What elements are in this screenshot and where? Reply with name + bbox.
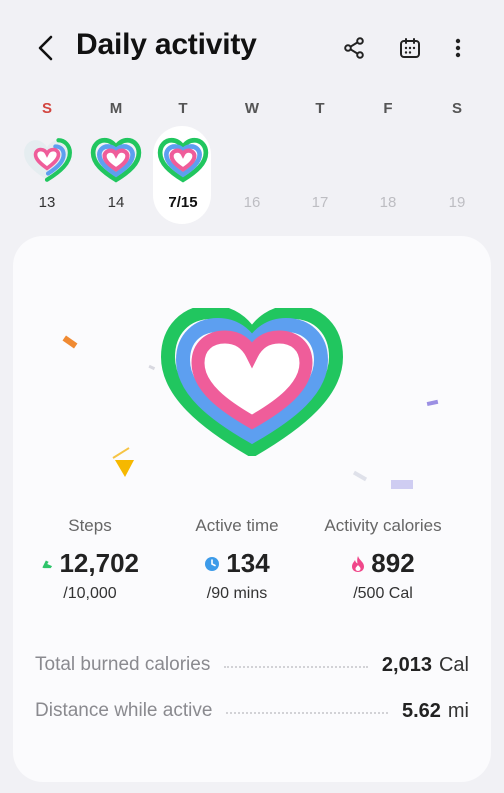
day-date: 17	[311, 194, 329, 211]
activity-calories-value: 892	[371, 548, 415, 578]
total-burned-calories-label: Total burned calories	[35, 654, 211, 675]
mini-heart-ring-icon	[90, 137, 142, 183]
clock-icon	[205, 556, 220, 571]
day-name: S	[451, 100, 462, 117]
shoe-icon	[42, 560, 53, 568]
day-date: 14	[107, 194, 125, 211]
flame-icon	[352, 555, 365, 572]
distance-while-active-label: Distance while active	[35, 700, 213, 721]
active-time-label: Active time	[195, 516, 279, 535]
steps-goal: /10,000	[63, 585, 117, 602]
day-name: T	[315, 100, 325, 117]
activity-summary: Steps 12,702 /10,000 Active time 134 /90…	[13, 516, 491, 616]
distance-while-active-value: 5.62	[401, 699, 441, 722]
back-icon[interactable]	[28, 28, 64, 68]
activity-calories-label: Activity calories	[324, 516, 442, 535]
share-icon[interactable]	[336, 30, 372, 66]
total-burned-calories-value: 2,013	[381, 653, 432, 676]
day-date: 18	[379, 194, 397, 211]
activity-calories-stat[interactable]: Activity calories 892 /500 Cal	[319, 516, 447, 603]
distance-while-active-row[interactable]: Distance while active 5.62 mi	[35, 696, 469, 726]
page-title: Daily activity	[76, 28, 257, 61]
active-time-value: 134	[226, 548, 270, 578]
mini-heart-ring-icon	[24, 138, 72, 182]
active-time-stat[interactable]: Active time 134 /90 mins	[185, 516, 289, 603]
steps-stat[interactable]: Steps 12,702 /10,000	[41, 516, 139, 603]
dotted-leader	[224, 666, 368, 668]
activity-heart-rings	[161, 308, 343, 456]
day-date: 7/15	[168, 194, 198, 211]
day-date: 16	[243, 194, 261, 211]
day-date: 13	[38, 194, 56, 211]
steps-value: 12,702	[59, 548, 139, 578]
day-name: T	[178, 100, 188, 117]
mini-heart-ring-icon	[157, 137, 209, 183]
active-time-goal: /90 mins	[206, 585, 268, 602]
steps-label: Steps	[68, 516, 112, 535]
total-burned-calories-unit: Cal	[438, 653, 469, 676]
more-options-icon[interactable]	[440, 30, 476, 66]
day-date: 19	[448, 194, 466, 211]
day-name: S	[41, 100, 52, 117]
header-bar: Daily activity	[0, 0, 504, 96]
day-name: F	[383, 100, 393, 117]
calendar-icon[interactable]	[392, 30, 428, 66]
day-name: W	[244, 100, 260, 117]
activity-calories-goal: /500 Cal	[353, 585, 413, 602]
activity-card: Steps 12,702 /10,000 Active time 134 /90…	[13, 236, 491, 782]
day-name: M	[109, 100, 123, 117]
week-strip: S 13 M 14 T 7/15 W 16 T 17 F 18 S 19	[0, 96, 504, 226]
total-burned-calories-row[interactable]: Total burned calories 2,013 Cal	[35, 650, 469, 680]
dotted-leader	[226, 712, 388, 714]
distance-while-active-unit: mi	[447, 699, 469, 722]
